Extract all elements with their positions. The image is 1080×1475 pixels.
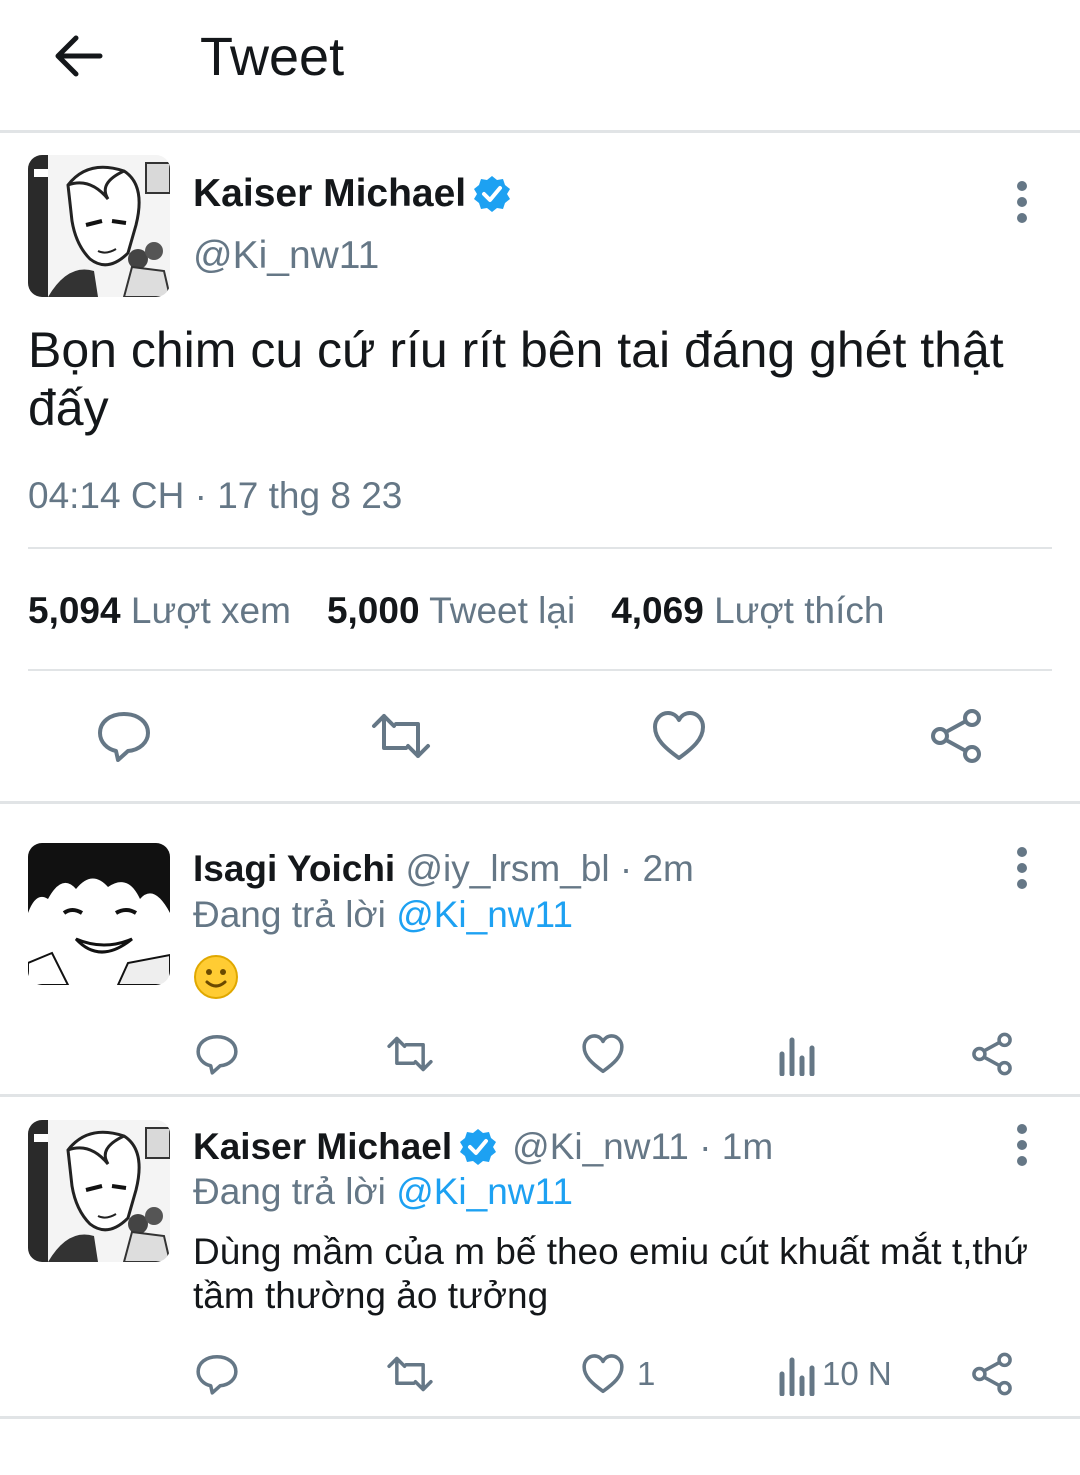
- retweet-icon[interactable]: [386, 1032, 434, 1076]
- replying-to: Đang trả lời @Ki_nw11: [193, 1171, 573, 1212]
- divider: [28, 547, 1052, 549]
- more-vertical-icon[interactable]: [1002, 838, 1042, 898]
- like-icon[interactable]: [581, 1352, 625, 1396]
- retweets-stat[interactable]: 5,000 Tweet lại: [327, 589, 575, 633]
- section-divider: [0, 1416, 1080, 1419]
- analytics-icon[interactable]: [778, 1352, 818, 1396]
- likes-stat[interactable]: 4,069 Lượt thích: [611, 589, 884, 633]
- author-name-row[interactable]: Kaiser Michael: [193, 171, 512, 217]
- reply-icon[interactable]: [195, 1032, 239, 1076]
- retweet-icon[interactable]: [370, 708, 432, 764]
- page-title: Tweet: [200, 27, 345, 87]
- reply-author-name[interactable]: Isagi Yoichi: [193, 847, 395, 891]
- analytics-icon[interactable]: [778, 1032, 818, 1076]
- reply-author-handle[interactable]: @iy_lrsm_bl: [405, 847, 609, 891]
- reply-time: · 2m: [619, 848, 694, 889]
- share-icon[interactable]: [970, 1032, 1014, 1076]
- section-divider: [0, 801, 1080, 804]
- reply-avatar[interactable]: [28, 1120, 170, 1262]
- like-button[interactable]: 1: [581, 1352, 655, 1396]
- author-name[interactable]: Kaiser Michael: [193, 171, 466, 217]
- like-count: 1: [637, 1355, 656, 1392]
- section-divider: [0, 1094, 1080, 1097]
- author-avatar[interactable]: [28, 155, 170, 297]
- app-header: Tweet: [0, 0, 1080, 133]
- divider: [28, 669, 1052, 671]
- reply-avatar[interactable]: [28, 843, 170, 985]
- tweet-stats: 5,094 Lượt xem 5,000 Tweet lại 4,069 Lượ…: [28, 589, 920, 633]
- reply-header: Isagi Yoichi @iy_lrsm_bl · 2m: [193, 847, 694, 891]
- analytics-button[interactable]: 10 N: [778, 1352, 892, 1396]
- tweet-timestamp: 04:14 CH · 17 thg 8 23: [28, 475, 403, 516]
- replying-to: Đang trả lời @Ki_nw11: [193, 894, 573, 935]
- reply-icon[interactable]: [96, 708, 152, 764]
- reply-text: Dùng mầm của m bế theo emiu cút khuất mắ…: [193, 1231, 1029, 1316]
- more-vertical-icon[interactable]: [1002, 172, 1042, 232]
- reply-time: · 1m: [699, 1126, 774, 1167]
- author-handle[interactable]: @Ki_nw11: [193, 233, 379, 279]
- smiley-emoji-icon: [193, 954, 239, 1000]
- replying-to-link[interactable]: @Ki_nw11: [396, 1171, 573, 1212]
- tweet-text: Bọn chim cu cứ ríu rít bên tai đáng ghét…: [28, 322, 1004, 436]
- reply-author-handle[interactable]: @Ki_nw11: [512, 1125, 689, 1169]
- verified-badge-icon: [472, 174, 512, 214]
- reply-header: Kaiser Michael @Ki_nw11 · 1m: [193, 1125, 773, 1169]
- views-count: 10 N: [822, 1355, 892, 1392]
- back-arrow-icon[interactable]: [44, 22, 110, 88]
- like-icon[interactable]: [581, 1032, 625, 1076]
- share-icon[interactable]: [970, 1352, 1014, 1396]
- retweet-icon[interactable]: [386, 1352, 434, 1396]
- share-icon[interactable]: [928, 708, 984, 764]
- more-vertical-icon[interactable]: [1002, 1115, 1042, 1175]
- replying-to-link[interactable]: @Ki_nw11: [396, 894, 573, 935]
- views-stat[interactable]: 5,094 Lượt xem: [28, 589, 291, 633]
- reply-icon[interactable]: [195, 1352, 239, 1396]
- like-icon[interactable]: [651, 708, 707, 764]
- verified-badge-icon: [458, 1127, 498, 1167]
- reply-author-name[interactable]: Kaiser Michael: [193, 1125, 452, 1169]
